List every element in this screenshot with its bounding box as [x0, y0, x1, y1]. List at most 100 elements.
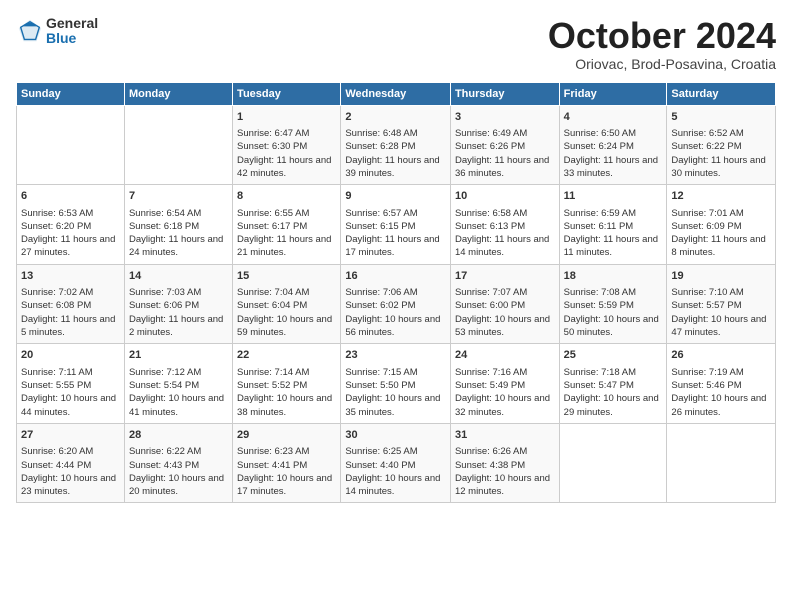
- day-info: Sunrise: 6:57 AM: [345, 207, 446, 220]
- day-info: Sunrise: 6:55 AM: [237, 207, 336, 220]
- calendar-day-cell: [17, 105, 125, 185]
- day-info: Sunrise: 6:59 AM: [564, 207, 663, 220]
- day-info: Sunset: 5:55 PM: [21, 379, 120, 392]
- calendar-day-cell: 9Sunrise: 6:57 AMSunset: 6:15 PMDaylight…: [341, 185, 451, 265]
- day-info: Sunrise: 7:19 AM: [671, 366, 771, 379]
- day-info: Sunset: 6:00 PM: [455, 299, 555, 312]
- logo-icon: [16, 17, 44, 45]
- day-number: 29: [237, 428, 336, 443]
- day-info: Sunrise: 6:49 AM: [455, 127, 555, 140]
- calendar-day-cell: 23Sunrise: 7:15 AMSunset: 5:50 PMDayligh…: [341, 344, 451, 424]
- day-info: Sunset: 6:18 PM: [129, 220, 228, 233]
- day-info: Sunrise: 7:08 AM: [564, 286, 663, 299]
- day-number: 11: [564, 189, 663, 204]
- day-info: Sunrise: 6:25 AM: [345, 445, 446, 458]
- weekday-header-saturday: Saturday: [667, 82, 776, 105]
- day-info: Daylight: 10 hours and 20 minutes.: [129, 472, 228, 499]
- logo-text: General Blue: [46, 16, 98, 47]
- day-info: Sunrise: 6:47 AM: [237, 127, 336, 140]
- day-info: Daylight: 10 hours and 12 minutes.: [455, 472, 555, 499]
- day-number: 1: [237, 110, 336, 125]
- day-info: Daylight: 10 hours and 26 minutes.: [671, 392, 771, 419]
- day-number: 13: [21, 269, 120, 284]
- location: Oriovac, Brod-Posavina, Croatia: [548, 56, 776, 72]
- day-number: 26: [671, 348, 771, 363]
- day-info: Daylight: 11 hours and 30 minutes.: [671, 154, 771, 181]
- weekday-header-tuesday: Tuesday: [233, 82, 341, 105]
- calendar-day-cell: [124, 105, 232, 185]
- day-number: 24: [455, 348, 555, 363]
- day-info: Daylight: 11 hours and 42 minutes.: [237, 154, 336, 181]
- day-info: Sunrise: 7:15 AM: [345, 366, 446, 379]
- day-info: Daylight: 10 hours and 44 minutes.: [21, 392, 120, 419]
- day-number: 14: [129, 269, 228, 284]
- day-info: Sunrise: 6:58 AM: [455, 207, 555, 220]
- day-number: 12: [671, 189, 771, 204]
- calendar-day-cell: 16Sunrise: 7:06 AMSunset: 6:02 PMDayligh…: [341, 264, 451, 344]
- day-info: Daylight: 10 hours and 14 minutes.: [345, 472, 446, 499]
- day-info: Sunrise: 7:04 AM: [237, 286, 336, 299]
- day-info: Sunset: 4:41 PM: [237, 459, 336, 472]
- day-info: Sunrise: 6:22 AM: [129, 445, 228, 458]
- calendar-day-cell: 12Sunrise: 7:01 AMSunset: 6:09 PMDayligh…: [667, 185, 776, 265]
- day-number: 9: [345, 189, 446, 204]
- title-block: October 2024 Oriovac, Brod-Posavina, Cro…: [548, 16, 776, 72]
- day-info: Sunset: 5:46 PM: [671, 379, 771, 392]
- day-number: 19: [671, 269, 771, 284]
- day-number: 8: [237, 189, 336, 204]
- day-info: Daylight: 11 hours and 2 minutes.: [129, 313, 228, 340]
- logo-general-text: General: [46, 16, 98, 31]
- calendar-day-cell: 22Sunrise: 7:14 AMSunset: 5:52 PMDayligh…: [233, 344, 341, 424]
- day-number: 30: [345, 428, 446, 443]
- day-info: Daylight: 11 hours and 14 minutes.: [455, 233, 555, 260]
- day-info: Sunrise: 7:01 AM: [671, 207, 771, 220]
- day-info: Sunrise: 7:10 AM: [671, 286, 771, 299]
- weekday-header-thursday: Thursday: [450, 82, 559, 105]
- day-info: Sunrise: 6:26 AM: [455, 445, 555, 458]
- day-info: Daylight: 11 hours and 27 minutes.: [21, 233, 120, 260]
- calendar-day-cell: 15Sunrise: 7:04 AMSunset: 6:04 PMDayligh…: [233, 264, 341, 344]
- day-info: Sunset: 6:24 PM: [564, 140, 663, 153]
- day-info: Sunrise: 7:14 AM: [237, 366, 336, 379]
- calendar-day-cell: 20Sunrise: 7:11 AMSunset: 5:55 PMDayligh…: [17, 344, 125, 424]
- day-info: Sunrise: 6:50 AM: [564, 127, 663, 140]
- calendar-day-cell: 21Sunrise: 7:12 AMSunset: 5:54 PMDayligh…: [124, 344, 232, 424]
- day-info: Daylight: 10 hours and 17 minutes.: [237, 472, 336, 499]
- calendar-day-cell: 6Sunrise: 6:53 AMSunset: 6:20 PMDaylight…: [17, 185, 125, 265]
- logo: General Blue: [16, 16, 98, 47]
- day-info: Sunset: 5:47 PM: [564, 379, 663, 392]
- calendar-day-cell: 7Sunrise: 6:54 AMSunset: 6:18 PMDaylight…: [124, 185, 232, 265]
- logo-blue-text: Blue: [46, 31, 98, 46]
- calendar-day-cell: 27Sunrise: 6:20 AMSunset: 4:44 PMDayligh…: [17, 423, 125, 503]
- day-info: Daylight: 10 hours and 32 minutes.: [455, 392, 555, 419]
- day-info: Sunset: 6:06 PM: [129, 299, 228, 312]
- day-number: 10: [455, 189, 555, 204]
- day-info: Sunrise: 7:03 AM: [129, 286, 228, 299]
- day-info: Daylight: 10 hours and 50 minutes.: [564, 313, 663, 340]
- calendar-day-cell: 3Sunrise: 6:49 AMSunset: 6:26 PMDaylight…: [450, 105, 559, 185]
- calendar-week-row: 27Sunrise: 6:20 AMSunset: 4:44 PMDayligh…: [17, 423, 776, 503]
- calendar-week-row: 6Sunrise: 6:53 AMSunset: 6:20 PMDaylight…: [17, 185, 776, 265]
- day-number: 6: [21, 189, 120, 204]
- day-info: Daylight: 10 hours and 35 minutes.: [345, 392, 446, 419]
- day-info: Daylight: 10 hours and 29 minutes.: [564, 392, 663, 419]
- day-info: Sunrise: 6:20 AM: [21, 445, 120, 458]
- day-info: Sunrise: 7:12 AM: [129, 366, 228, 379]
- calendar-day-cell: 8Sunrise: 6:55 AMSunset: 6:17 PMDaylight…: [233, 185, 341, 265]
- day-number: 21: [129, 348, 228, 363]
- day-info: Daylight: 11 hours and 21 minutes.: [237, 233, 336, 260]
- day-info: Sunrise: 6:54 AM: [129, 207, 228, 220]
- day-info: Daylight: 11 hours and 39 minutes.: [345, 154, 446, 181]
- day-info: Sunrise: 7:06 AM: [345, 286, 446, 299]
- day-info: Sunset: 5:59 PM: [564, 299, 663, 312]
- calendar-week-row: 13Sunrise: 7:02 AMSunset: 6:08 PMDayligh…: [17, 264, 776, 344]
- day-info: Sunset: 6:28 PM: [345, 140, 446, 153]
- calendar-day-cell: 24Sunrise: 7:16 AMSunset: 5:49 PMDayligh…: [450, 344, 559, 424]
- day-number: 5: [671, 110, 771, 125]
- day-info: Sunset: 5:54 PM: [129, 379, 228, 392]
- calendar-day-cell: 31Sunrise: 6:26 AMSunset: 4:38 PMDayligh…: [450, 423, 559, 503]
- page-header: General Blue October 2024 Oriovac, Brod-…: [16, 16, 776, 72]
- day-info: Daylight: 10 hours and 56 minutes.: [345, 313, 446, 340]
- calendar-day-cell: 11Sunrise: 6:59 AMSunset: 6:11 PMDayligh…: [559, 185, 667, 265]
- day-number: 4: [564, 110, 663, 125]
